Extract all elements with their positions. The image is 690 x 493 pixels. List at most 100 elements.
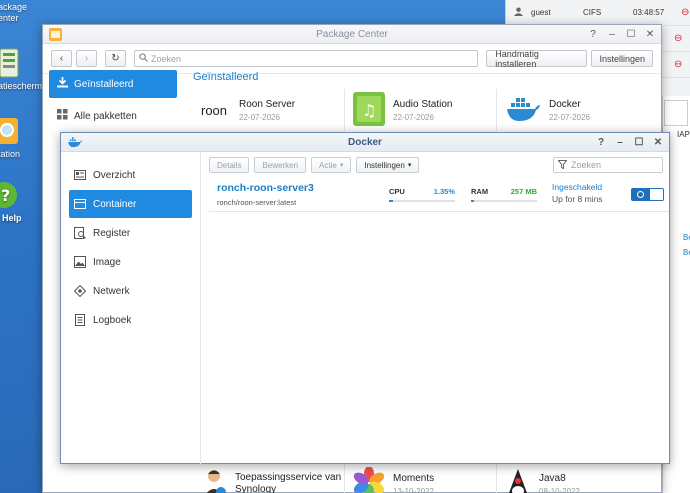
package-row: roon Roon Server 22-07-2026 ♫ Audio Stat… [193, 89, 663, 131]
settings-dropdown[interactable]: Instellingen ▾ [356, 157, 420, 173]
help-icon[interactable]: ? [588, 25, 598, 44]
package-name: Audio Station [393, 98, 453, 110]
ram-label: RAM [471, 187, 489, 196]
container-image: ronch/roon-server:latest [217, 198, 297, 207]
package-tile-docker[interactable]: Docker 22-07-2026 [497, 89, 649, 131]
nav-overview[interactable]: Overzicht [69, 161, 192, 189]
grid-icon [57, 109, 68, 123]
forward-button[interactable]: › [76, 50, 97, 67]
caret-down-icon: ▾ [339, 162, 344, 169]
desktop-icon-resource-monitor[interactable]: atiescherm [0, 48, 42, 92]
package-center-logo-icon [49, 28, 62, 48]
connection-time: 03:48:57 [633, 8, 665, 17]
package-tile-audio-station[interactable]: ♫ Audio Station 22-07-2026 [345, 89, 497, 131]
log-icon [74, 314, 86, 326]
help-icon[interactable]: ? [596, 133, 606, 152]
disconnect-icon[interactable]: ⊖ [674, 59, 682, 70]
package-name: Java8 [539, 472, 566, 484]
moments-flower-icon [353, 465, 385, 493]
ram-metric: RAM 257 MB [471, 187, 537, 202]
overview-icon [74, 169, 86, 181]
nav-network[interactable]: Netwerk [69, 277, 192, 305]
table-row[interactable]: ronch-roon-server3 ronch/roon-server:lat… [209, 178, 669, 212]
refresh-button[interactable]: ↻ [105, 50, 126, 67]
nav-label: Alle pakketten [74, 110, 137, 122]
package-date: 22-07-2026 [239, 112, 280, 122]
action-label: Actie [319, 160, 337, 170]
desktop-icon-label: atiescherm [0, 81, 43, 91]
docker-window: Docker ? – ☐ ✕ Overzicht Container Regis… [60, 132, 670, 464]
close-icon[interactable]: ✕ [653, 133, 663, 152]
manual-install-button[interactable]: Handmatig installeren [486, 49, 588, 69]
settings-button[interactable]: Instellingen [591, 50, 654, 67]
ram-bar-fill [471, 200, 474, 202]
nav-label: Geïnstalleerd [74, 78, 134, 90]
package-date: 08-10-2022 [539, 486, 580, 493]
nav-label: Overzicht [93, 169, 136, 181]
container-filter-input[interactable]: Zoeken [553, 157, 663, 173]
package-date: 22-07-2026 [393, 112, 434, 122]
window-titlebar[interactable]: Package Center ? – ☐ ✕ [43, 25, 661, 44]
disconnect-icon[interactable]: ⊖ [681, 7, 689, 18]
cpu-bar-fill [389, 200, 393, 202]
minimize-icon[interactable]: – [615, 133, 625, 152]
close-icon[interactable]: ✕ [645, 25, 655, 44]
svg-text:♫: ♫ [362, 101, 376, 120]
action-dropdown[interactable]: Actie ▾ [311, 157, 352, 173]
package-tile-java8[interactable]: Java8 08-10-2022 [497, 463, 649, 493]
package-date: 22-07-2026 [549, 112, 590, 122]
connection-protocol: CIFS [583, 8, 602, 17]
registry-search-icon [74, 227, 86, 239]
window-titlebar[interactable]: Docker ? – ☐ ✕ [61, 133, 669, 152]
nav-image[interactable]: Image [69, 248, 192, 276]
ram-bar [471, 200, 537, 202]
maximize-icon[interactable]: ☐ [634, 133, 644, 152]
package-date: 13-10-2022 [393, 486, 434, 493]
maximize-icon[interactable]: ☐ [626, 25, 636, 44]
peek-text: Be [683, 233, 690, 242]
desktop-icon-label: ackage enter [0, 2, 28, 23]
desktop-icon-package-center[interactable]: ackage enter [0, 2, 38, 24]
search-icon [139, 53, 148, 64]
window-title: Docker [348, 137, 382, 148]
desktop-icon-help[interactable]: ? Help [0, 180, 38, 224]
ram-value: 257 MB [510, 187, 537, 196]
network-icon [73, 284, 87, 298]
package-search-input[interactable]: Zoeken [134, 50, 479, 67]
roon-logo-icon: roon [201, 102, 228, 118]
nav-container[interactable]: Container [69, 190, 192, 218]
nav-all-packages[interactable]: Alle pakketten [49, 102, 177, 130]
package-tile-synology-app-service[interactable]: Toepassingsservice van Synology [193, 463, 345, 493]
desktop-icon-station[interactable]: tation [0, 118, 38, 160]
package-tile-moments[interactable]: Moments 13-10-2022 [345, 463, 497, 493]
back-button[interactable]: ‹ [51, 50, 72, 67]
cpu-label: CPU [389, 187, 405, 196]
disconnect-icon[interactable]: ⊖ [674, 33, 682, 44]
package-name: Moments [393, 472, 435, 484]
desktop-icon-label: Help [2, 213, 22, 223]
cpu-bar [389, 200, 455, 202]
details-button[interactable]: Details [209, 157, 250, 173]
nav-label: Image [93, 256, 121, 268]
filter-icon [557, 159, 568, 171]
download-icon [57, 77, 68, 91]
nav-label: Logboek [93, 314, 132, 326]
edit-button[interactable]: Bewerken [254, 157, 307, 173]
docker-sidebar: Overzicht Container Register Image Netwe… [61, 152, 201, 464]
section-heading: Geïnstalleerd [193, 71, 259, 83]
container-name[interactable]: ronch-roon-server3 [217, 182, 314, 194]
package-name: Docker [549, 98, 581, 110]
package-tile-roon-server[interactable]: roon Roon Server 22-07-2026 [193, 89, 345, 131]
desktop-icon-label: tation [0, 149, 21, 159]
nav-label: Netwerk [93, 285, 130, 297]
nav-registry[interactable]: Register [69, 219, 192, 247]
minimize-icon[interactable]: – [607, 25, 617, 44]
nav-log[interactable]: Logboek [69, 306, 192, 334]
package-center-main: Geïnstalleerd roon Roon Server 22-07-202… [193, 69, 663, 131]
container-toolbar: Details Bewerken Actie ▾ Instellingen ▾ … [209, 152, 669, 176]
person-icon [201, 468, 227, 493]
container-icon [74, 198, 86, 210]
nav-installed[interactable]: Geïnstalleerd [49, 70, 177, 98]
svg-text:?: ? [1, 186, 10, 205]
container-enable-toggle[interactable] [631, 188, 664, 201]
